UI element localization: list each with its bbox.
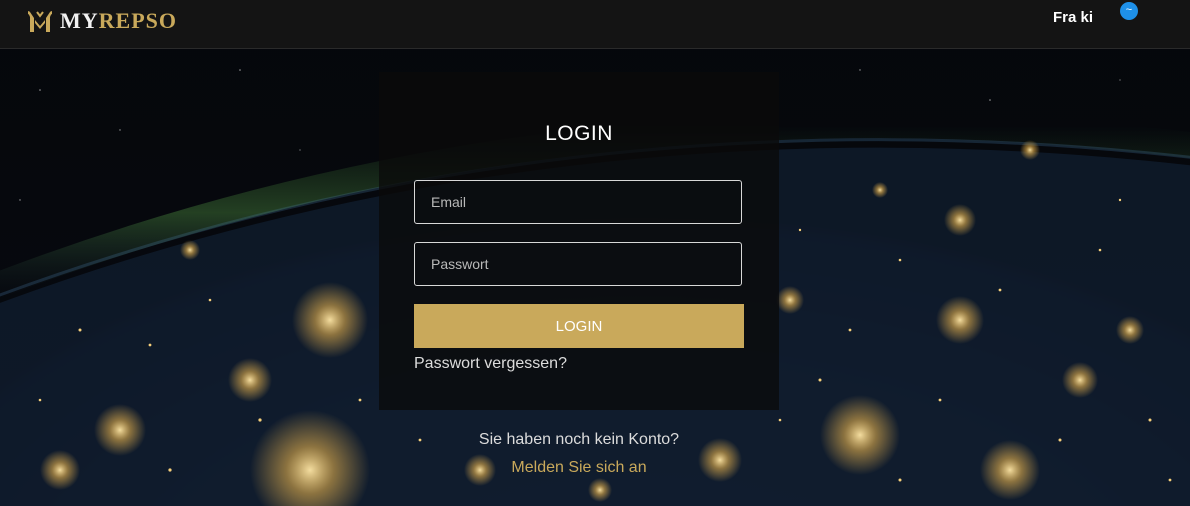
register-link[interactable]: Melden Sie sich an xyxy=(0,459,1158,477)
brand-logo[interactable]: MYREPSO xyxy=(26,6,177,36)
logo-text: MYREPSO xyxy=(60,8,177,34)
login-panel: LOGIN LOGIN Passwort vergessen? xyxy=(379,72,779,410)
logo-text-my: MY xyxy=(60,8,99,33)
login-button[interactable]: LOGIN xyxy=(414,304,744,348)
logo-mark-icon xyxy=(28,11,52,32)
no-account-text: Sie haben noch kein Konto? xyxy=(478,431,680,448)
notification-badge-icon[interactable]: ~ xyxy=(1120,2,1138,20)
user-menu-name[interactable]: Fra ki xyxy=(1053,9,1093,26)
top-navigation-bar: MYREPSO Fra ki ~ xyxy=(0,0,1190,49)
email-input[interactable] xyxy=(414,180,742,224)
login-title: LOGIN xyxy=(545,122,613,145)
password-input[interactable] xyxy=(414,242,742,286)
logo-text-repso: REPSO xyxy=(98,8,178,33)
forgot-password-link[interactable]: Passwort vergessen? xyxy=(414,355,567,373)
